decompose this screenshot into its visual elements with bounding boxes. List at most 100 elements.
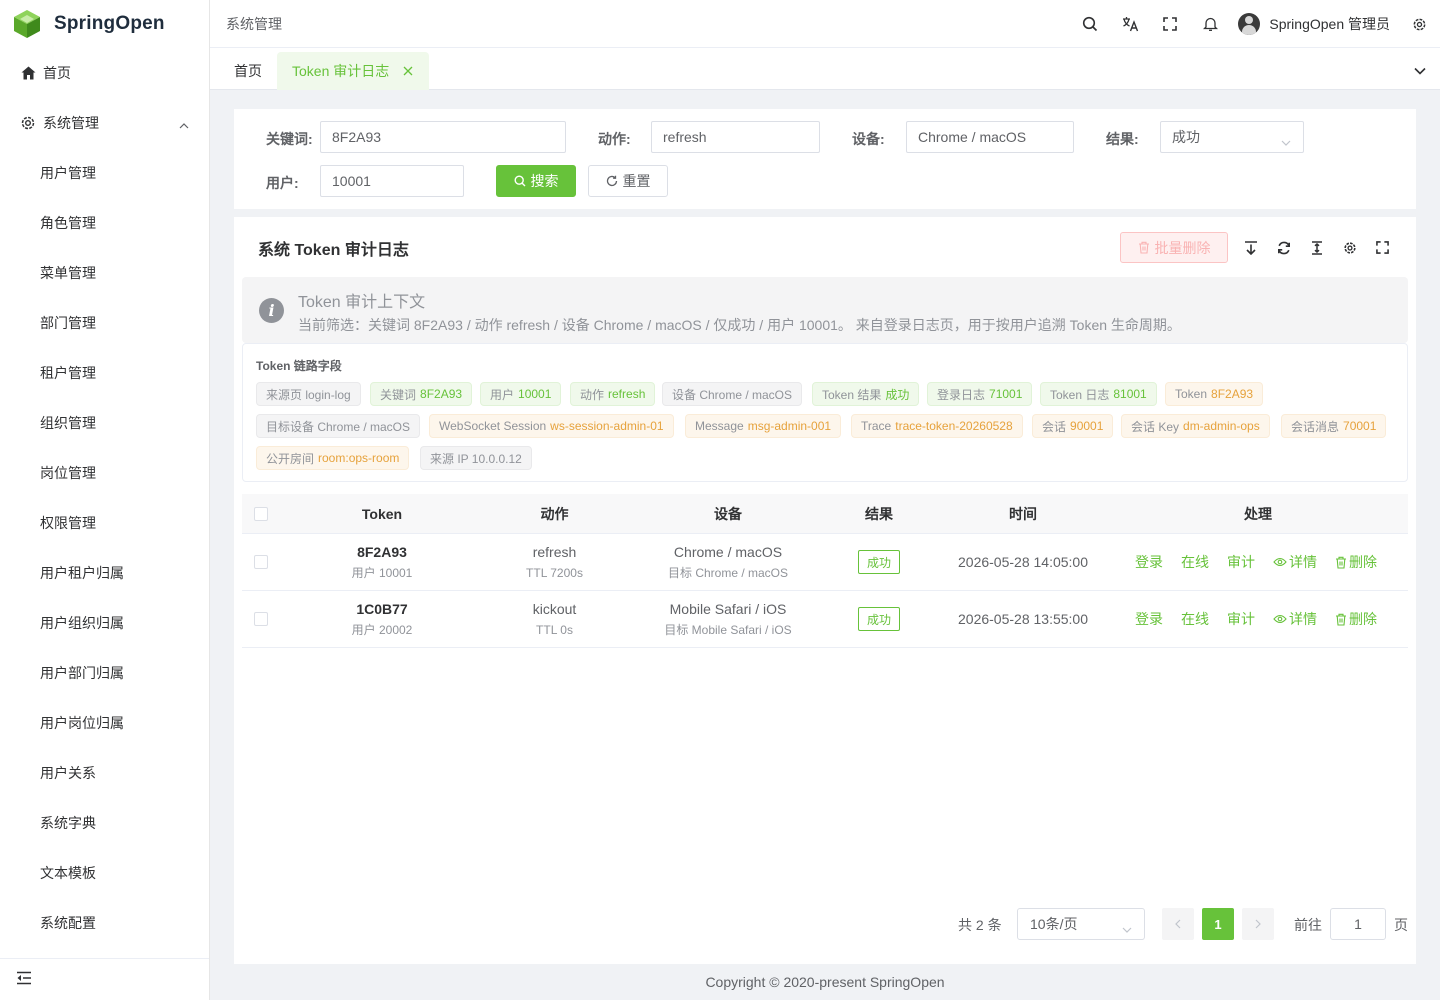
row-checkbox[interactable] xyxy=(254,555,268,569)
chain-tag: 会话 90001 xyxy=(1032,414,1114,438)
online-link[interactable]: 在线 xyxy=(1181,552,1209,572)
header-settings-button[interactable] xyxy=(1404,0,1434,48)
sidebar-item-text-template[interactable]: 文本模板 xyxy=(0,848,209,898)
gear-icon xyxy=(20,115,36,131)
status-badge: 成功 xyxy=(857,550,900,574)
sidebar-item-permission[interactable]: 权限管理 xyxy=(0,498,209,548)
batch-delete-button[interactable]: 批量删除 xyxy=(1120,232,1228,263)
sidebar-group-system[interactable]: 系统管理 xyxy=(0,98,209,148)
select-all-checkbox[interactable] xyxy=(254,507,268,521)
trash-icon xyxy=(1335,556,1347,569)
goto-label: 前往 xyxy=(1294,917,1322,933)
chevron-up-icon xyxy=(179,116,189,132)
close-icon[interactable] xyxy=(403,66,413,76)
chain-tag: Token 8F2A93 xyxy=(1165,382,1264,406)
reset-button[interactable]: 重置 xyxy=(588,165,668,197)
header-notification-button[interactable] xyxy=(1190,0,1230,48)
login-link[interactable]: 登录 xyxy=(1135,609,1163,629)
device-label: 设备: xyxy=(852,131,885,147)
detail-link[interactable]: 详情 xyxy=(1273,609,1317,629)
target-device: 目标 Chrome / macOS xyxy=(667,565,789,580)
refresh-button[interactable] xyxy=(1267,232,1300,263)
tab-token-audit[interactable]: Token 审计日志 xyxy=(277,52,430,90)
login-link[interactable]: 登录 xyxy=(1135,552,1163,572)
delete-link[interactable]: 删除 xyxy=(1335,609,1377,629)
chevron-down-icon[interactable] xyxy=(1414,62,1426,78)
sidebar-item-dept[interactable]: 部门管理 xyxy=(0,298,209,348)
eye-icon xyxy=(1273,614,1287,624)
density-button[interactable] xyxy=(1300,232,1333,263)
page-number-current[interactable]: 1 xyxy=(1202,908,1234,940)
online-link[interactable]: 在线 xyxy=(1181,609,1209,629)
user-menu[interactable]: SpringOpen 管理员 xyxy=(1238,13,1390,35)
chain-tag: 公开房间 room:ops-room xyxy=(256,446,410,470)
audit-link[interactable]: 审计 xyxy=(1227,609,1255,629)
tab-home[interactable]: 首页 xyxy=(222,52,274,90)
header-fullscreen-button[interactable] xyxy=(1150,0,1190,48)
chain-tag: 用户 10001 xyxy=(480,382,562,406)
column-header-result: 结果 xyxy=(865,506,893,522)
tab-home-label: 首页 xyxy=(234,63,262,79)
sidebar-item-config[interactable]: 系统配置 xyxy=(0,898,209,948)
page-size-select[interactable]: 10条/页 xyxy=(1017,908,1145,940)
prev-page-button[interactable] xyxy=(1162,908,1194,940)
header-language-button[interactable] xyxy=(1110,0,1150,48)
sidebar-item-user-org[interactable]: 用户组织归属 xyxy=(0,598,209,648)
sidebar-collapse-button[interactable] xyxy=(0,958,209,1000)
action-input[interactable]: refresh xyxy=(651,121,820,153)
search-button[interactable]: 搜索 xyxy=(496,165,576,197)
footer: Copyright © 2020-present SpringOpen xyxy=(210,964,1440,1000)
settings-icon xyxy=(1343,241,1356,254)
keyword-value: 8F2A93 xyxy=(332,129,382,145)
copyright-text: Copyright © 2020-present SpringOpen xyxy=(705,974,945,990)
table-fullscreen-button[interactable] xyxy=(1366,232,1399,263)
user-input[interactable]: 10001 xyxy=(320,165,464,197)
goto-page-input[interactable]: 1 xyxy=(1330,908,1386,940)
chevron-down-icon xyxy=(1122,920,1132,936)
detail-link[interactable]: 详情 xyxy=(1273,552,1317,572)
sidebar-group-label: 系统管理 xyxy=(43,115,99,131)
target-device: 目标 Mobile Safari / iOS xyxy=(664,622,792,637)
chevron-left-icon xyxy=(1175,919,1181,929)
eye-icon xyxy=(1273,557,1287,567)
sidebar-item-dict[interactable]: 系统字典 xyxy=(0,798,209,848)
row-checkbox[interactable] xyxy=(254,612,268,626)
search-button-label: 搜索 xyxy=(530,173,559,189)
bell-icon xyxy=(1202,17,1218,31)
audit-link[interactable]: 审计 xyxy=(1227,552,1255,572)
export-button[interactable] xyxy=(1234,232,1267,263)
sidebar-item-post[interactable]: 岗位管理 xyxy=(0,448,209,498)
delete-link[interactable]: 删除 xyxy=(1335,552,1377,572)
sidebar-item-role[interactable]: 角色管理 xyxy=(0,198,209,248)
search-icon xyxy=(513,175,526,187)
column-settings-button[interactable] xyxy=(1333,232,1366,263)
column-header-actions: 处理 xyxy=(1244,506,1272,522)
header-search-button[interactable] xyxy=(1070,0,1110,48)
fullscreen-icon xyxy=(1163,17,1178,31)
result-select[interactable]: 成功 xyxy=(1160,121,1304,153)
sidebar-item-user-tenant[interactable]: 用户租户归属 xyxy=(0,548,209,598)
user-name: SpringOpen 管理员 xyxy=(1269,16,1390,32)
sidebar-item-org[interactable]: 组织管理 xyxy=(0,398,209,448)
refresh-icon xyxy=(1277,241,1290,254)
next-page-button[interactable] xyxy=(1242,908,1274,940)
time-value: 2026-05-28 13:55:00 xyxy=(958,611,1088,627)
table-row: 8F2A93 用户 10001 refresh TTL 7200s Chrome… xyxy=(242,534,1408,591)
sidebar-item-menu[interactable]: 菜单管理 xyxy=(0,248,209,298)
sidebar-item-tenant[interactable]: 租户管理 xyxy=(0,348,209,398)
sidebar-item-user-relation[interactable]: 用户关系 xyxy=(0,748,209,798)
row-actions: 登录 在线 审计 详情 删除 xyxy=(1135,534,1377,590)
logo[interactable]: SpringOpen xyxy=(0,0,209,48)
sidebar-item-home[interactable]: 首页 xyxy=(0,48,209,98)
page-title: 系统 Token 审计日志 xyxy=(258,242,409,259)
breadcrumb[interactable]: 系统管理 xyxy=(226,14,282,34)
chain-title: Token 链路字段 xyxy=(256,359,342,373)
sidebar-item-user-dept[interactable]: 用户部门归属 xyxy=(0,648,209,698)
chain-tag: Trace trace-token-20260528 xyxy=(851,414,1023,438)
row-actions: 登录 在线 审计 详情 删除 xyxy=(1135,591,1377,647)
sidebar-item-user-post[interactable]: 用户岗位归属 xyxy=(0,698,209,748)
token-chain-card: Token 链路字段 来源页 login-log 关键词 8F2A93 用户 100… xyxy=(242,343,1408,482)
sidebar-item-user[interactable]: 用户管理 xyxy=(0,148,209,198)
keyword-input[interactable]: 8F2A93 xyxy=(320,121,566,153)
device-input[interactable]: Chrome / macOS xyxy=(906,121,1074,153)
